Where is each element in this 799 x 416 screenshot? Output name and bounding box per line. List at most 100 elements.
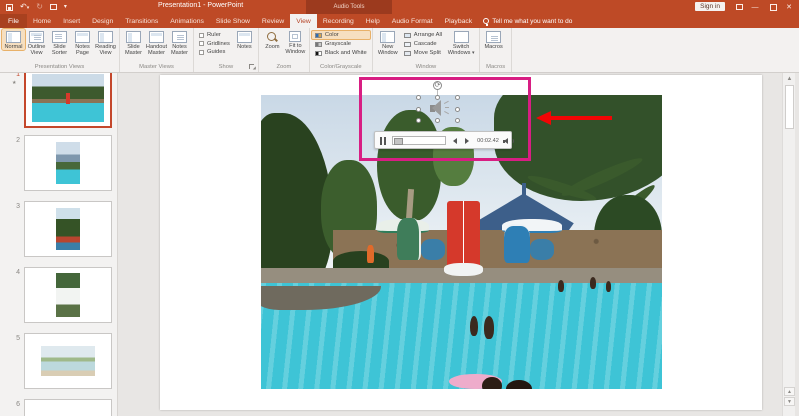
new-window-icon — [380, 31, 396, 43]
tell-me-box[interactable]: Tell me what you want to do — [478, 14, 577, 28]
outline-view-button[interactable]: Outline View — [25, 29, 48, 57]
show-dialog-launcher[interactable] — [248, 64, 256, 71]
ribbon-display-options-button[interactable] — [731, 0, 747, 14]
tab-animations[interactable]: Animations — [164, 14, 210, 28]
slide-thumbnail-4[interactable] — [24, 267, 112, 323]
cascade-button[interactable]: Cascade — [401, 40, 445, 48]
next-slide-button[interactable]: ▼ — [784, 397, 795, 406]
tab-transitions[interactable]: Transitions — [119, 14, 164, 28]
black-and-white-button[interactable]: Black and White — [312, 49, 370, 57]
handout-master-button[interactable]: Handout Master — [145, 29, 168, 57]
tab-home[interactable]: Home — [27, 14, 57, 28]
move-split-button[interactable]: Move Split — [401, 49, 445, 57]
group-zoom: Zoom Fit to Window Zoom — [259, 28, 310, 72]
tell-me-label: Tell me what you want to do — [492, 17, 573, 25]
annotation-arrow — [550, 116, 612, 120]
macros-button[interactable]: Macros — [482, 29, 505, 50]
blue-water-slide — [503, 224, 530, 263]
macros-icon — [486, 31, 502, 43]
thumbnail-photo — [55, 273, 81, 317]
group-label-zoom: Zoom — [276, 64, 292, 70]
switch-windows-button[interactable]: Switch Windows ▾ — [445, 29, 477, 57]
thumbnail-photo — [41, 345, 95, 377]
highlight-rectangle — [359, 77, 531, 161]
group-label-color-grayscale: Color/Grayscale — [320, 64, 362, 70]
swimmer — [483, 315, 494, 340]
person-on-deck — [367, 244, 374, 263]
slide-number: 3 — [16, 203, 20, 210]
red-water-slide — [443, 200, 484, 276]
group-label-macros: Macros — [486, 64, 506, 70]
scrollbar-thumb[interactable] — [785, 85, 794, 129]
guides-checkbox-box — [199, 49, 204, 55]
slide-thumbnail-5[interactable] — [24, 333, 112, 389]
workspace: 1 ★ 2 3 4 5 6 ⟳ 00:02.42 ▲ ▲ ▼ — [0, 73, 799, 416]
slide-number: 4 — [16, 269, 20, 276]
color-button[interactable]: Color — [310, 30, 371, 40]
notes-master-icon — [172, 31, 187, 43]
magnifier-icon — [266, 31, 278, 43]
group-label-presentation-views: Presentation Views — [34, 64, 85, 70]
slide-number: 5 — [16, 335, 20, 342]
swimmer — [605, 281, 612, 292]
thumbnail-photo — [31, 74, 105, 122]
tab-file[interactable]: File — [0, 14, 27, 28]
tab-playback[interactable]: Playback — [439, 14, 479, 28]
fit-to-window-button[interactable]: Fit to Window — [284, 29, 307, 56]
start-slideshow-icon[interactable] — [49, 4, 57, 10]
tab-insert[interactable]: Insert — [57, 14, 86, 28]
swimmer — [557, 280, 565, 292]
audio-tools-contextual-header: Audio Tools — [306, 0, 392, 14]
notes-button[interactable]: Notes — [233, 29, 256, 50]
color-icon — [314, 32, 322, 38]
save-icon[interactable] — [6, 3, 13, 11]
new-window-button[interactable]: New Window — [375, 29, 401, 57]
slide-canvas[interactable]: ⟳ 00:02.42 — [160, 75, 762, 410]
slide-thumbnail-3[interactable] — [24, 201, 112, 257]
slide-sorter-button[interactable]: Slide Sorter — [48, 29, 71, 57]
grayscale-button[interactable]: Grayscale — [312, 40, 370, 48]
zoom-button[interactable]: Zoom — [261, 29, 284, 50]
thumbnail-photo — [55, 142, 81, 184]
notes-page-button[interactable]: Notes Page — [71, 29, 94, 57]
swimmer — [505, 380, 532, 389]
group-show: Ruler Gridlines Guides Notes Show — [194, 28, 259, 72]
restore-button[interactable] — [765, 0, 781, 14]
vertical-scrollbar[interactable]: ▲ ▲ ▼ — [782, 73, 795, 416]
reading-view-button[interactable]: Reading View — [94, 29, 117, 57]
window-title: Presentation1 - PowerPoint — [158, 2, 244, 9]
tab-design[interactable]: Design — [86, 14, 119, 28]
slide-thumbnail-2[interactable] — [24, 135, 112, 191]
slide-thumbnail-1[interactable] — [24, 73, 112, 128]
scroll-up-icon[interactable]: ▲ — [785, 75, 794, 84]
group-window: New Window Arrange All Cascade Move Spli… — [373, 28, 481, 72]
close-button[interactable]: ✕ — [781, 0, 797, 14]
swimmer — [481, 377, 502, 389]
ruler-checkbox[interactable]: Ruler — [199, 32, 230, 38]
arrange-all-button[interactable]: Arrange All — [401, 31, 445, 39]
tab-help[interactable]: Help — [360, 14, 386, 28]
undo-icon[interactable]: ↶▾ — [20, 2, 29, 12]
sign-in-button[interactable]: Sign in — [695, 2, 725, 11]
customize-qat-icon[interactable]: ▾ — [64, 3, 67, 11]
gridlines-checkbox[interactable]: Gridlines — [199, 41, 230, 47]
normal-view-button[interactable]: Normal — [1, 27, 26, 52]
minimize-button[interactable]: — — [747, 0, 763, 14]
slide-master-button[interactable]: Slide Master — [122, 29, 145, 57]
ribbon-tab-row: File Home Insert Design Transitions Anim… — [0, 14, 799, 39]
swimmer — [589, 277, 597, 290]
thumbnail-photo — [55, 208, 81, 250]
slide-number: 1 — [16, 73, 20, 78]
tell-me-icon — [483, 18, 490, 26]
guides-checkbox[interactable]: Guides — [199, 49, 230, 55]
slide-thumbnail-6[interactable] — [24, 399, 112, 416]
tab-view[interactable]: View — [290, 14, 317, 28]
previous-slide-button[interactable]: ▲ — [784, 387, 795, 396]
tab-slide-show[interactable]: Slide Show — [210, 14, 256, 28]
redo-icon[interactable]: ↻ — [36, 3, 43, 11]
tab-recording[interactable]: Recording — [317, 14, 360, 28]
tab-audio-format[interactable]: Audio Format — [386, 14, 439, 28]
normal-view-icon — [6, 31, 21, 43]
notes-master-button[interactable]: Notes Master — [168, 29, 191, 57]
tab-review[interactable]: Review — [256, 14, 290, 28]
